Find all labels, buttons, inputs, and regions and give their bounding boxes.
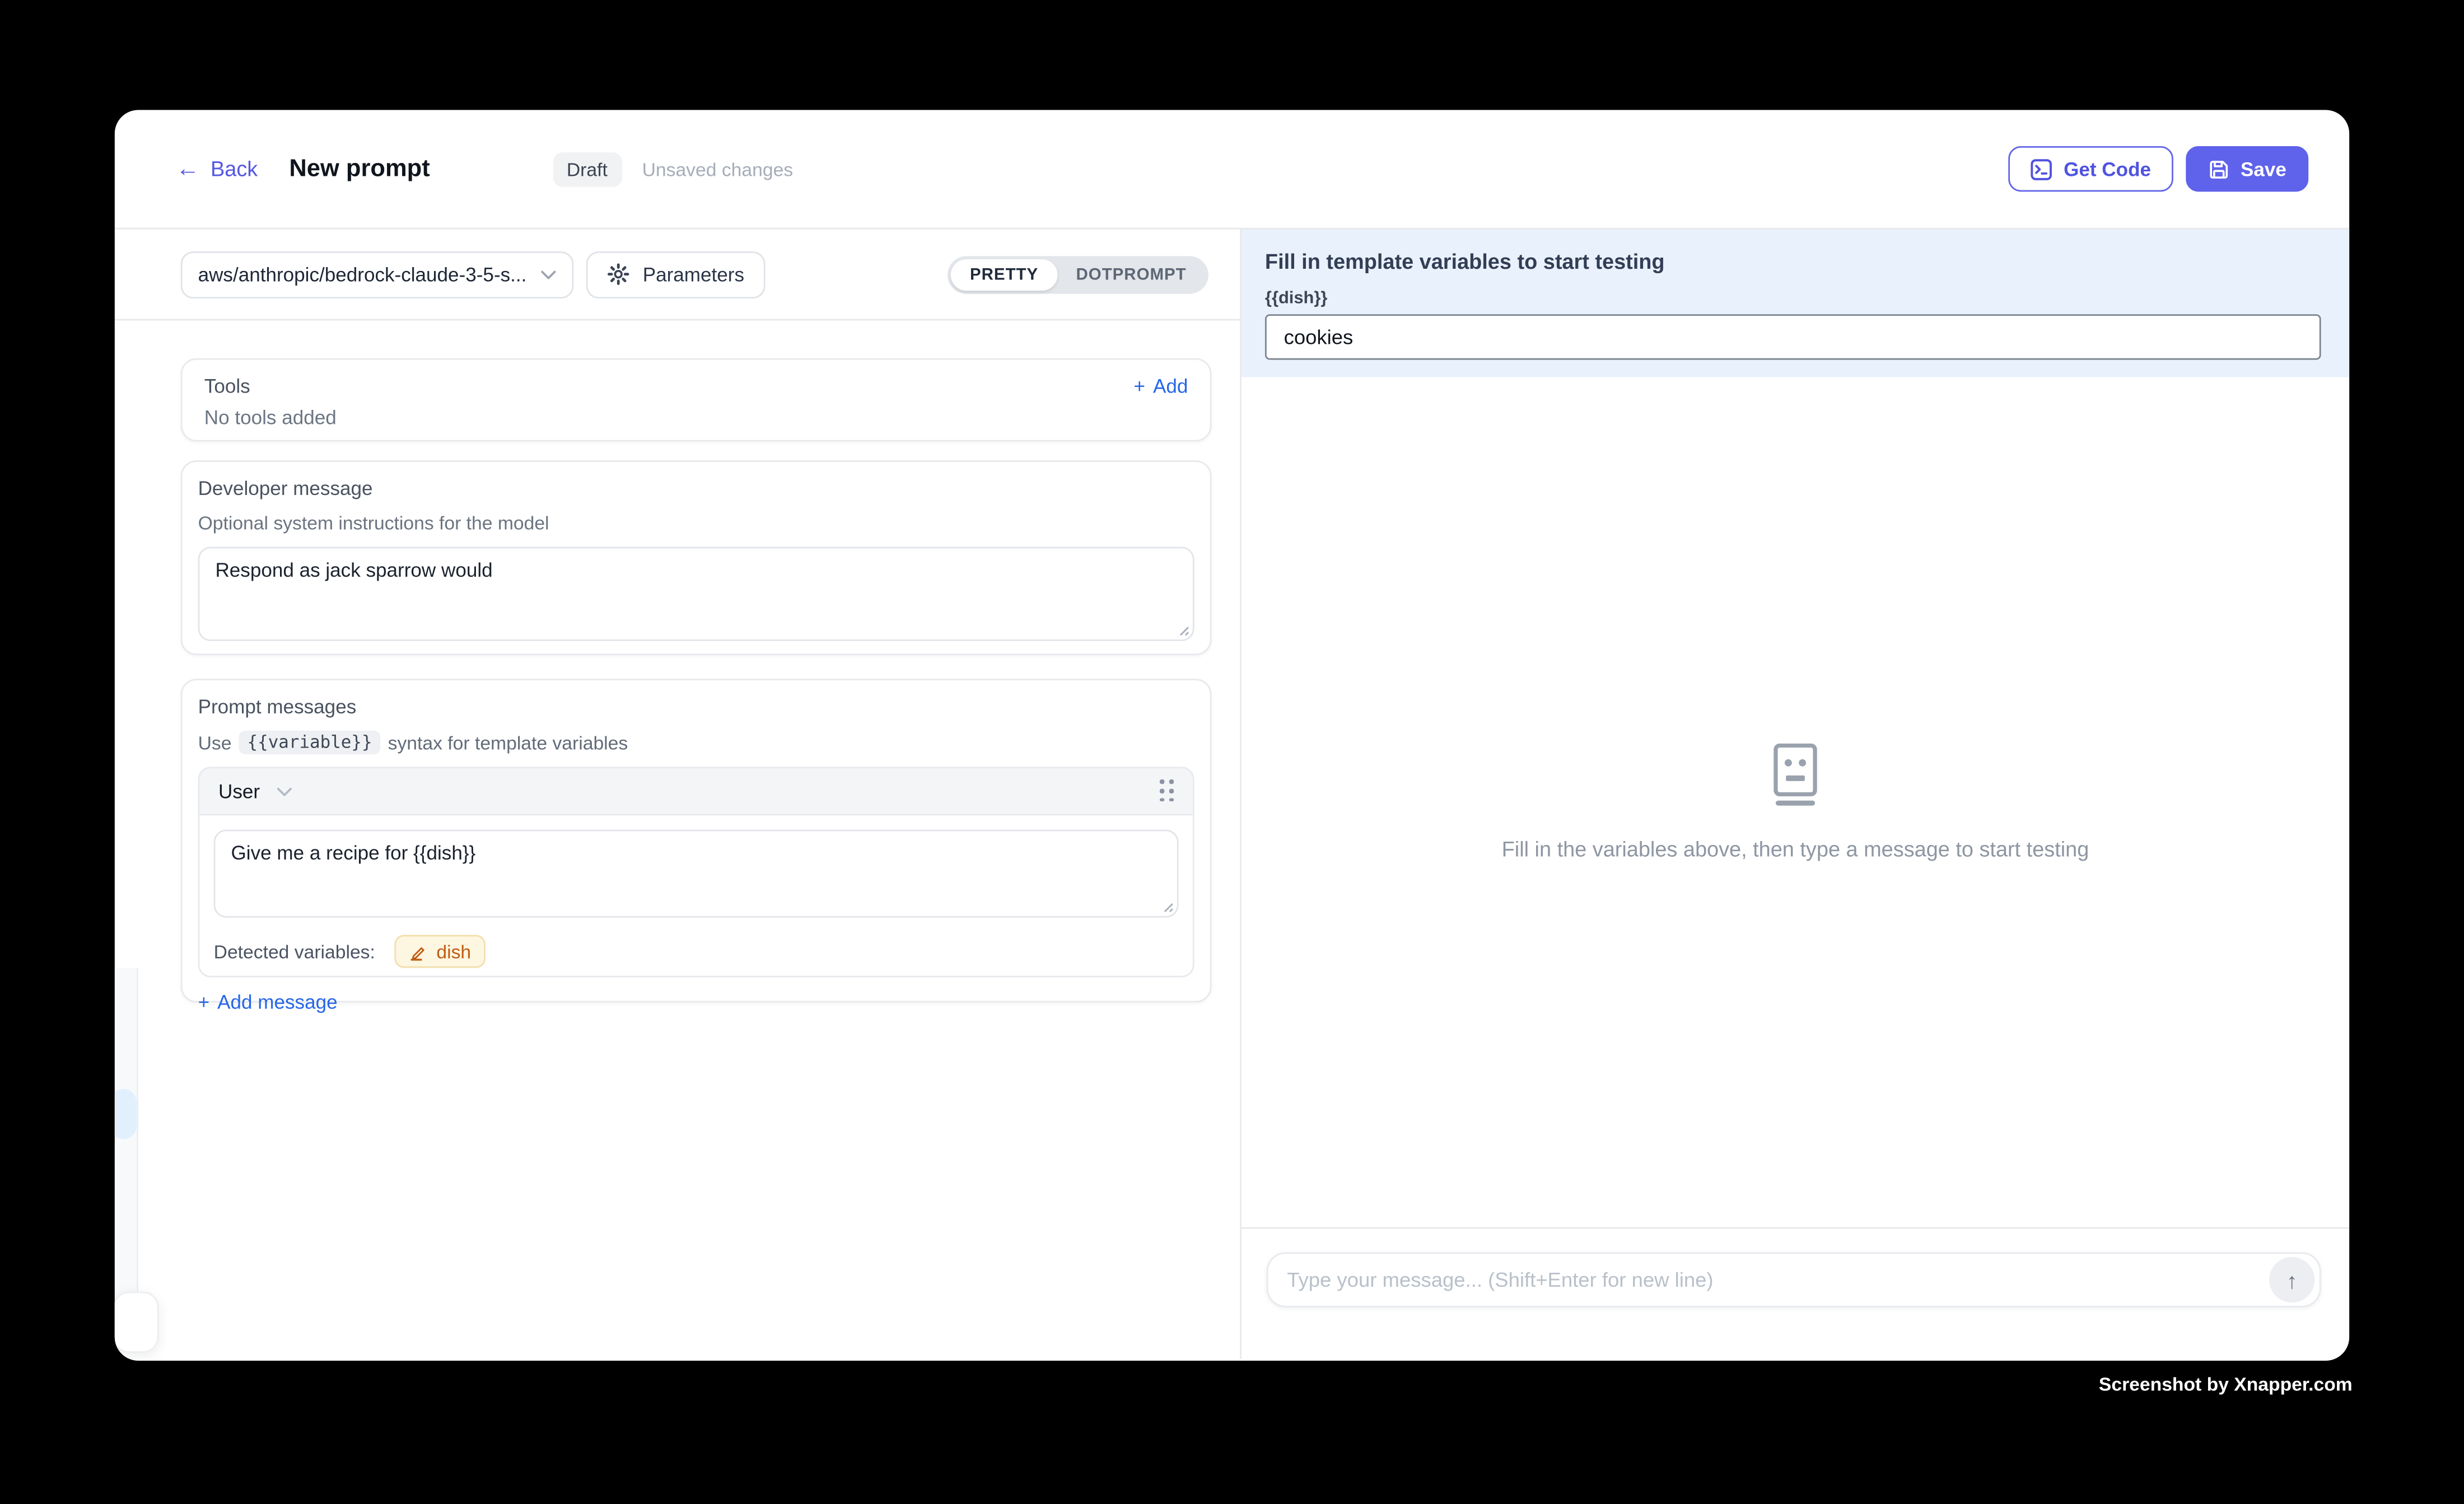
- variable-value-input[interactable]: [1265, 314, 2321, 359]
- add-tool-label: Add: [1153, 376, 1188, 398]
- get-code-button[interactable]: Get Code: [2009, 146, 2173, 191]
- add-tool-button[interactable]: + Add: [1133, 376, 1188, 398]
- header: ← Back New prompt Draft Unsaved changes …: [115, 110, 2349, 229]
- get-code-label: Get Code: [2064, 158, 2151, 180]
- prompt-editor-panel: aws/anthropic/bedrock-claude-3-5-s...: [115, 230, 1242, 1360]
- format-toggle: PRETTY DOTPROMPT: [948, 255, 1208, 293]
- main-content: aws/anthropic/bedrock-claude-3-5-s...: [115, 230, 2349, 1360]
- back-arrow-icon: ←: [176, 157, 199, 181]
- role-value: User: [218, 780, 260, 802]
- prompt-messages-card: Prompt messages Use {{variable}} syntax …: [181, 679, 1212, 1002]
- variable-chip-label: dish: [436, 940, 471, 962]
- variable-chip-dish[interactable]: dish: [394, 935, 486, 968]
- unsaved-changes-text: Unsaved changes: [642, 158, 794, 180]
- chat-empty-state: Fill in the variables above, then type a…: [1242, 377, 2349, 1227]
- draft-status-badge: Draft: [553, 152, 622, 186]
- chevron-down-icon: [540, 269, 556, 279]
- variable-syntax-chip: {{variable}}: [239, 731, 380, 754]
- developer-message-input[interactable]: Respond as jack sparrow would: [198, 547, 1194, 641]
- app-window: ← Back New prompt Draft Unsaved changes …: [115, 110, 2349, 1361]
- resize-handle-icon[interactable]: [1160, 899, 1174, 913]
- parameters-button[interactable]: Parameters: [586, 251, 765, 298]
- role-selector[interactable]: User: [218, 780, 293, 802]
- detected-variables-label: Detected variables:: [214, 940, 375, 962]
- parameters-label: Parameters: [643, 263, 744, 285]
- up-arrow-icon: ↑: [2286, 1267, 2298, 1292]
- tools-title: Tools: [204, 376, 250, 398]
- plus-icon: +: [198, 992, 210, 1013]
- message-content-input[interactable]: Give me a recipe for {{dish}}: [214, 830, 1179, 918]
- back-button[interactable]: ← Back: [176, 157, 258, 181]
- chat-footer: ↑: [1242, 1227, 2349, 1360]
- developer-message-subtitle: Optional system instructions for the mod…: [198, 512, 1194, 534]
- hint-suffix: syntax for template variables: [388, 731, 628, 753]
- terminal-icon: [2031, 158, 2052, 180]
- prompt-messages-title: Prompt messages: [198, 696, 1194, 718]
- tools-card: Tools + Add No tools added: [181, 358, 1212, 442]
- page-title: New prompt: [289, 155, 430, 183]
- sidebar-popover: [115, 1292, 159, 1353]
- gear-icon: [606, 263, 630, 286]
- message-header: User: [199, 768, 1192, 815]
- editor-body: Tools + Add No tools added Developer mes…: [115, 320, 1240, 1002]
- plus-icon: +: [1133, 376, 1145, 398]
- chevron-down-icon: [277, 786, 293, 796]
- robot-face-icon: [1766, 743, 1824, 806]
- variable-label: {{dish}}: [1265, 289, 2321, 308]
- edit-pencil-icon: [408, 942, 427, 961]
- developer-message-title: Developer message: [198, 478, 1194, 499]
- model-selector[interactable]: aws/anthropic/bedrock-claude-3-5-s...: [181, 251, 574, 298]
- tools-empty-text: No tools added: [204, 407, 1188, 429]
- watermark-text: Screenshot by Xnapper.com: [2099, 1374, 2353, 1395]
- toggle-pretty[interactable]: PRETTY: [951, 259, 1057, 290]
- resize-handle-icon[interactable]: [1175, 622, 1189, 636]
- add-message-button[interactable]: + Add message: [198, 992, 338, 1013]
- template-syntax-hint: Use {{variable}} syntax for template var…: [198, 731, 1194, 754]
- detected-variables-row: Detected variables: dis: [214, 935, 1179, 968]
- add-message-label: Add message: [217, 992, 337, 1013]
- template-variables-panel: Fill in template variables to start test…: [1242, 230, 2349, 377]
- chat-message-input[interactable]: [1267, 1252, 2321, 1307]
- message-block: User G: [198, 767, 1194, 977]
- drag-handle[interactable]: [1160, 780, 1174, 802]
- header-actions: Get Code Save: [2009, 146, 2308, 191]
- empty-state-caption: Fill in the variables above, then type a…: [1502, 838, 2089, 861]
- model-bar: aws/anthropic/bedrock-claude-3-5-s...: [115, 230, 1240, 321]
- save-icon: [2208, 158, 2229, 180]
- save-button[interactable]: Save: [2186, 146, 2308, 191]
- hint-prefix: Use: [198, 731, 232, 753]
- developer-message-card: Developer message Optional system instru…: [181, 460, 1212, 655]
- back-label: Back: [211, 157, 258, 181]
- screenshot-background: ← Back New prompt Draft Unsaved changes …: [0, 0, 2464, 1503]
- sidebar-selected-item[interactable]: [115, 1089, 137, 1139]
- toggle-dotprompt[interactable]: DOTPROMPT: [1057, 259, 1205, 290]
- send-button[interactable]: ↑: [2269, 1257, 2314, 1302]
- model-selector-value: aws/anthropic/bedrock-claude-3-5-s...: [198, 263, 528, 285]
- message-body: Give me a recipe for {{dish}} Detected v…: [199, 815, 1192, 975]
- variables-panel-title: Fill in template variables to start test…: [1265, 250, 2321, 273]
- test-panel: Fill in template variables to start test…: [1242, 230, 2349, 1360]
- save-label: Save: [2241, 158, 2286, 180]
